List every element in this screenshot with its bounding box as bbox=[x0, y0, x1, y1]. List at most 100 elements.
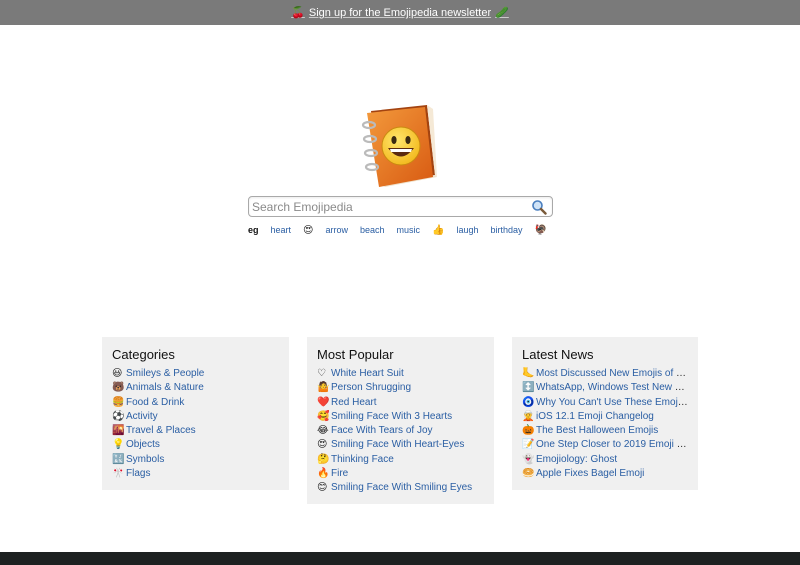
category-link[interactable]: Animals & Nature bbox=[126, 382, 204, 393]
fire-icon: 🔥 bbox=[317, 468, 330, 480]
symbols-icon: 🔣 bbox=[112, 453, 125, 465]
emojipedia-logo[interactable] bbox=[357, 101, 437, 189]
popular-link[interactable]: White Heart Suit bbox=[331, 368, 404, 379]
list-item[interactable]: ↕️ WhatsApp, Windows Test New E... bbox=[522, 381, 688, 395]
list-item[interactable]: ⚽ Activity bbox=[112, 410, 279, 424]
bear-icon: 🐻 bbox=[112, 382, 125, 394]
most-popular-title: Most Popular bbox=[317, 347, 394, 362]
ghost-icon: 👻 bbox=[522, 453, 535, 465]
search-box bbox=[248, 196, 553, 217]
smiling-eyes-icon: 😊 bbox=[317, 482, 328, 494]
popular-link[interactable]: Face With Tears of Joy bbox=[331, 425, 433, 436]
list-item[interactable]: 🥰 Smiling Face With 3 Hearts bbox=[317, 410, 484, 424]
list-item[interactable]: 🎃 The Best Halloween Emojis bbox=[522, 424, 688, 438]
halloween-icon: 🎃 bbox=[522, 425, 535, 437]
news-link[interactable]: WhatsApp, Windows Test New E... bbox=[536, 382, 688, 393]
heart-eyes-icon[interactable]: 😍 bbox=[303, 225, 313, 236]
latest-news-title: Latest News bbox=[522, 347, 594, 362]
bagel-icon: 🥯 bbox=[522, 468, 535, 480]
list-item[interactable]: 🧝 iOS 12.1 Emoji Changelog bbox=[522, 410, 688, 424]
list-item[interactable]: 💡 Objects bbox=[112, 438, 279, 452]
list-item[interactable]: ♡ White Heart Suit bbox=[317, 367, 484, 381]
list-item[interactable]: 🤷 Person Shrugging bbox=[317, 381, 484, 395]
popular-link[interactable]: Smiling Face With Smiling Eyes bbox=[331, 482, 472, 493]
category-link[interactable]: Smileys & People bbox=[126, 368, 204, 379]
category-link[interactable]: Flags bbox=[126, 468, 150, 479]
news-link[interactable]: Emojiology: Ghost bbox=[536, 454, 617, 465]
list-item[interactable]: 🧿 Why You Can't Use These Emojis... bbox=[522, 396, 688, 410]
news-link[interactable]: iOS 12.1 Emoji Changelog bbox=[536, 411, 654, 422]
list-item[interactable]: 🎌 Flags bbox=[112, 467, 279, 481]
categories-title: Categories bbox=[112, 347, 175, 362]
burger-icon: 🍔 bbox=[112, 396, 125, 408]
latest-news-panel: Latest News 🦶 Most Discussed New Emojis o… bbox=[512, 337, 698, 490]
category-link[interactable]: Activity bbox=[126, 411, 158, 422]
list-item[interactable]: 😍 Smiling Face With Heart-Eyes bbox=[317, 438, 484, 452]
search-suggestions: eg heart 😍 arrow beach music 👍 laugh bir… bbox=[248, 223, 559, 237]
list-item[interactable]: 😃 Smileys & People bbox=[112, 367, 279, 381]
suggestion-heart[interactable]: heart bbox=[271, 225, 292, 235]
thumbs-up-icon[interactable]: 👍 bbox=[432, 225, 444, 236]
eg-label: eg bbox=[248, 225, 259, 235]
popular-link[interactable]: Person Shrugging bbox=[331, 382, 411, 393]
up-down-arrow-icon: ↕️ bbox=[522, 382, 535, 394]
cucumber-icon: 🥒 bbox=[495, 7, 509, 19]
popular-link[interactable]: Smiling Face With 3 Hearts bbox=[331, 411, 452, 422]
list-item[interactable]: 📝 One Step Closer to 2019 Emoji List bbox=[522, 438, 688, 452]
footer bbox=[0, 552, 800, 565]
news-link[interactable]: The Best Halloween Emojis bbox=[536, 425, 658, 436]
category-link[interactable]: Objects bbox=[126, 439, 160, 450]
search-icon[interactable] bbox=[531, 199, 547, 215]
popular-link[interactable]: Red Heart bbox=[331, 397, 377, 408]
soccer-ball-icon: ⚽ bbox=[112, 410, 125, 422]
popular-link[interactable]: Smiling Face With Heart-Eyes bbox=[331, 439, 464, 450]
memo-icon: 📝 bbox=[522, 439, 535, 451]
news-link[interactable]: Apple Fixes Bagel Emoji bbox=[536, 468, 644, 479]
list-item[interactable]: 😊 Smiling Face With Smiling Eyes bbox=[317, 481, 484, 495]
popular-link[interactable]: Fire bbox=[331, 468, 348, 479]
light-bulb-icon: 💡 bbox=[112, 439, 125, 451]
category-link[interactable]: Food & Drink bbox=[126, 397, 184, 408]
suggestion-arrow[interactable]: arrow bbox=[325, 225, 348, 235]
list-item[interactable]: 🤔 Thinking Face bbox=[317, 453, 484, 467]
newsletter-link-label: Sign up for the Emojipedia newsletter bbox=[308, 7, 492, 19]
categories-panel: Categories 😃 Smileys & People 🐻 Animals & … bbox=[102, 337, 289, 490]
smiley-icon: 😃 bbox=[112, 368, 123, 379]
cherries-icon: 🍒 bbox=[291, 7, 305, 19]
thinking-face-icon: 🤔 bbox=[317, 453, 330, 465]
list-item[interactable]: 🍔 Food & Drink bbox=[112, 396, 279, 410]
city-sunset-icon: 🌇 bbox=[112, 425, 125, 437]
list-item[interactable]: 🥯 Apple Fixes Bagel Emoji bbox=[522, 467, 688, 481]
foot-icon: 🦶 bbox=[522, 368, 535, 379]
category-link[interactable]: Travel & Places bbox=[126, 425, 196, 436]
news-link[interactable]: One Step Closer to 2019 Emoji List bbox=[536, 439, 688, 450]
suggestion-laugh[interactable]: laugh bbox=[456, 225, 478, 235]
red-heart-icon: ❤️ bbox=[317, 396, 330, 408]
list-item[interactable]: 🦶 Most Discussed New Emojis of iO... bbox=[522, 367, 688, 381]
news-link[interactable]: Most Discussed New Emojis of iO... bbox=[536, 368, 688, 379]
nazar-amulet-icon: 🧿 bbox=[522, 396, 535, 408]
list-item[interactable]: 😂 Face With Tears of Joy bbox=[317, 424, 484, 438]
heart-eyes-icon: 😍 bbox=[317, 439, 328, 451]
popular-link[interactable]: Thinking Face bbox=[331, 454, 394, 465]
white-heart-icon: ♡ bbox=[317, 368, 326, 379]
list-item[interactable]: 🔣 Symbols bbox=[112, 453, 279, 467]
news-link[interactable]: Why You Can't Use These Emojis... bbox=[536, 397, 688, 408]
search-input[interactable] bbox=[252, 198, 522, 215]
list-item[interactable]: ❤️ Red Heart bbox=[317, 396, 484, 410]
tears-of-joy-icon: 😂 bbox=[317, 425, 329, 437]
turkey-icon[interactable]: 🦃 bbox=[535, 225, 547, 236]
list-item[interactable]: 🌇 Travel & Places bbox=[112, 424, 279, 438]
flags-icon: 🎌 bbox=[112, 468, 125, 480]
person-shrugging-icon: 🤷 bbox=[317, 382, 330, 394]
suggestion-beach[interactable]: beach bbox=[360, 225, 385, 235]
most-popular-panel: Most Popular ♡ White Heart Suit 🤷 Person S… bbox=[307, 337, 494, 504]
suggestion-music[interactable]: music bbox=[397, 225, 421, 235]
list-item[interactable]: 🔥 Fire bbox=[317, 467, 484, 481]
newsletter-link[interactable]: 🍒 Sign up for the Emojipedia newsletter 🥒 bbox=[287, 6, 513, 19]
list-item[interactable]: 👻 Emojiology: Ghost bbox=[522, 453, 688, 467]
category-link[interactable]: Symbols bbox=[126, 454, 164, 465]
smiling-hearts-icon: 🥰 bbox=[317, 410, 330, 422]
suggestion-birthday[interactable]: birthday bbox=[491, 225, 523, 235]
list-item[interactable]: 🐻 Animals & Nature bbox=[112, 381, 279, 395]
